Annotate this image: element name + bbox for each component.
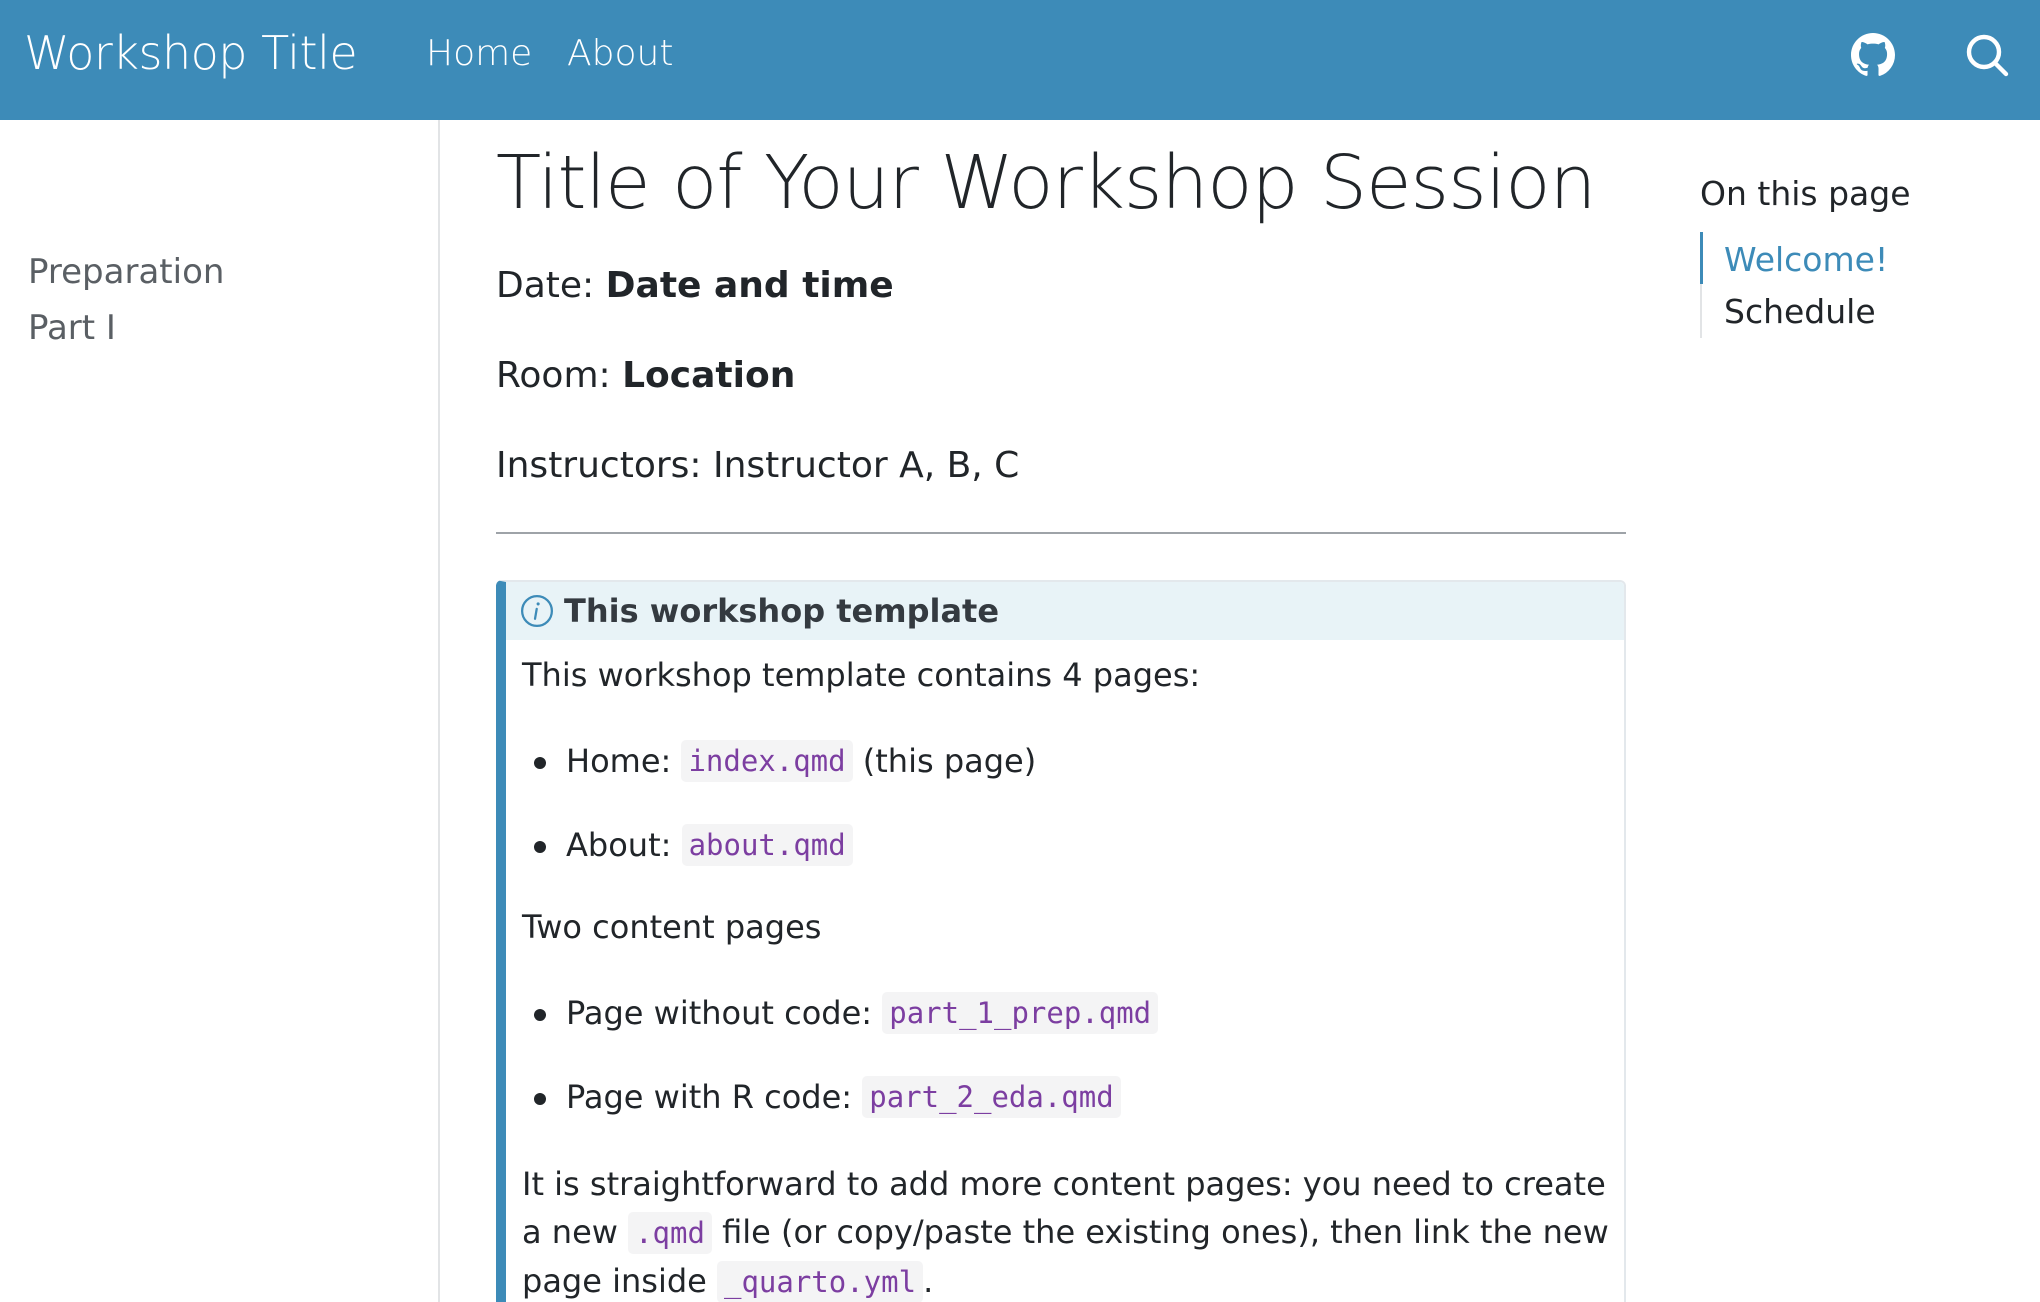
horizontal-divider <box>496 532 1626 534</box>
info-icon <box>520 594 554 628</box>
toc-item-welcome[interactable]: Welcome! <box>1724 240 1888 279</box>
nav-link-home[interactable]: Home <box>426 33 532 74</box>
sidebar-item-part-1[interactable]: Part I <box>28 308 116 348</box>
callout-header[interactable]: This workshop template <box>506 582 1624 640</box>
code-filename: part_1_prep.qmd <box>882 992 1159 1034</box>
paragraph-text: . <box>923 1262 934 1300</box>
list-item-label: Page without code: <box>566 994 873 1032</box>
instructors-line: Instructors: Instructor A, B, C <box>496 445 1020 486</box>
code-filename: about.qmd <box>681 824 853 866</box>
instructions-paragraph: It is straightforward to add more conten… <box>522 1160 1612 1302</box>
toc-list: Welcome! Schedule <box>1700 232 1960 338</box>
code-filename: index.qmd <box>681 740 853 782</box>
code-extension: .qmd <box>628 1212 712 1254</box>
content-pages-heading: Two content pages <box>522 908 822 946</box>
page-title: Title of Your Workshop Session <box>496 140 1596 226</box>
code-filename: part_2_eda.qmd <box>862 1076 1121 1118</box>
room-line: Room: Location <box>496 355 795 396</box>
toc-active-indicator <box>1700 232 1703 284</box>
list-item-label: About: <box>566 826 672 864</box>
room-value: Location <box>622 355 796 396</box>
nav-link-about[interactable]: About <box>567 33 673 74</box>
list-item: Home: index.qmd (this page) <box>534 740 1037 782</box>
date-line: Date: Date and time <box>496 265 894 306</box>
room-label: Room: <box>496 355 611 396</box>
sidebar: Preparation Part I <box>0 120 440 1302</box>
list-item-label: Page with R code: <box>566 1078 853 1116</box>
date-label: Date: <box>496 265 595 306</box>
list-item: Page without code: part_1_prep.qmd <box>534 992 1159 1034</box>
list-item-label: Home: <box>566 742 672 780</box>
date-value: Date and time <box>605 265 894 306</box>
callout-intro: This workshop template contains 4 pages: <box>522 656 1201 694</box>
list-item-suffix: (this page) <box>862 742 1037 780</box>
top-navbar: Workshop Title Home About <box>0 0 2040 120</box>
search-icon[interactable] <box>1960 28 2014 82</box>
sidebar-item-preparation[interactable]: Preparation <box>28 252 224 292</box>
callout-title: This workshop template <box>564 592 1000 630</box>
bullet-dot <box>534 1009 546 1021</box>
callout-note: This workshop template This workshop tem… <box>496 580 1626 1302</box>
bullet-dot <box>534 757 546 769</box>
list-item: About: about.qmd <box>534 824 853 866</box>
site-brand[interactable]: Workshop Title <box>24 26 358 80</box>
github-icon[interactable] <box>1846 28 1900 82</box>
toc-heading: On this page <box>1700 174 1911 213</box>
list-item: Page with R code: part_2_eda.qmd <box>534 1076 1121 1118</box>
code-config-file: _quarto.yml <box>717 1261 924 1302</box>
main-content: Title of Your Workshop Session Date: Dat… <box>496 120 1626 1302</box>
bullet-dot <box>534 1093 546 1105</box>
bullet-dot <box>534 841 546 853</box>
toc-item-schedule[interactable]: Schedule <box>1724 292 1876 331</box>
